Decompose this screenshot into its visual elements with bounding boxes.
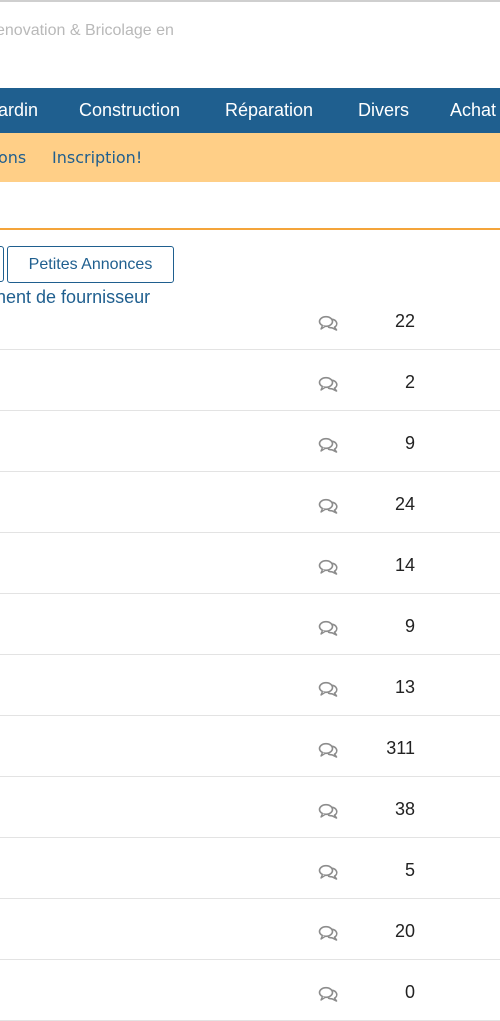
nav-item-jardin[interactable]: ardin <box>0 88 38 133</box>
topic-row[interactable]: 5 <box>0 838 500 899</box>
reply-count: 5 <box>404 860 415 880</box>
inscription-link[interactable]: Inscription! <box>52 133 142 182</box>
reply-count: 311 <box>386 738 415 758</box>
topic-row[interactable]: 311 <box>0 716 500 777</box>
reply-count: 20 <box>394 921 415 941</box>
speech-bubbles-icon <box>318 742 340 758</box>
petites-annonces-button[interactable]: Petites Annonces <box>7 246 174 283</box>
topic-row[interactable]: 24 <box>0 472 500 533</box>
reply-count: 9 <box>404 616 415 636</box>
reply-count: 14 <box>394 555 415 575</box>
speech-bubbles-icon <box>318 376 340 392</box>
reply-count: 9 <box>404 433 415 453</box>
speech-bubbles-icon <box>318 864 340 880</box>
speech-bubbles-icon <box>318 681 340 697</box>
topic-row[interactable]: nent de fournisseur 22 <box>0 287 500 350</box>
main-navigation: ardin Construction Réparation Divers Ach… <box>0 88 500 133</box>
account-bar: ons Inscription! <box>0 133 500 182</box>
nav-item-construction[interactable]: Construction <box>79 88 180 133</box>
speech-bubbles-icon <box>318 437 340 453</box>
topic-title[interactable]: nent de fournisseur <box>0 287 150 308</box>
topic-row[interactable]: 20 <box>0 899 500 960</box>
site-tagline: enovation & Bricolage en <box>0 22 174 39</box>
window-top-border <box>0 0 500 2</box>
topic-row[interactable]: 14 <box>0 533 500 594</box>
topic-row[interactable]: 38 <box>0 777 500 838</box>
topic-row[interactable]: 2 <box>0 350 500 411</box>
connexion-link[interactable]: ons <box>0 133 26 182</box>
reply-count: 2 <box>404 372 415 392</box>
speech-bubbles-icon <box>318 803 340 819</box>
topic-row[interactable]: 13 <box>0 655 500 716</box>
speech-bubbles-icon <box>318 620 340 636</box>
nav-item-divers[interactable]: Divers <box>358 88 409 133</box>
reply-count: 22 <box>394 311 415 331</box>
previous-button[interactable] <box>0 246 4 282</box>
reply-count: 24 <box>394 494 415 514</box>
speech-bubbles-icon <box>318 498 340 514</box>
section-divider <box>0 228 500 230</box>
speech-bubbles-icon <box>318 925 340 941</box>
speech-bubbles-icon <box>318 315 340 331</box>
reply-count: 38 <box>394 799 415 819</box>
reply-count: 13 <box>394 677 415 697</box>
nav-item-reparation[interactable]: Réparation <box>225 88 313 133</box>
speech-bubbles-icon <box>318 559 340 575</box>
topic-row[interactable]: 0 <box>0 960 500 1021</box>
nav-item-achat[interactable]: Achat <box>450 88 496 133</box>
topic-row[interactable]: 9 <box>0 594 500 655</box>
topic-row[interactable]: 9 <box>0 411 500 472</box>
